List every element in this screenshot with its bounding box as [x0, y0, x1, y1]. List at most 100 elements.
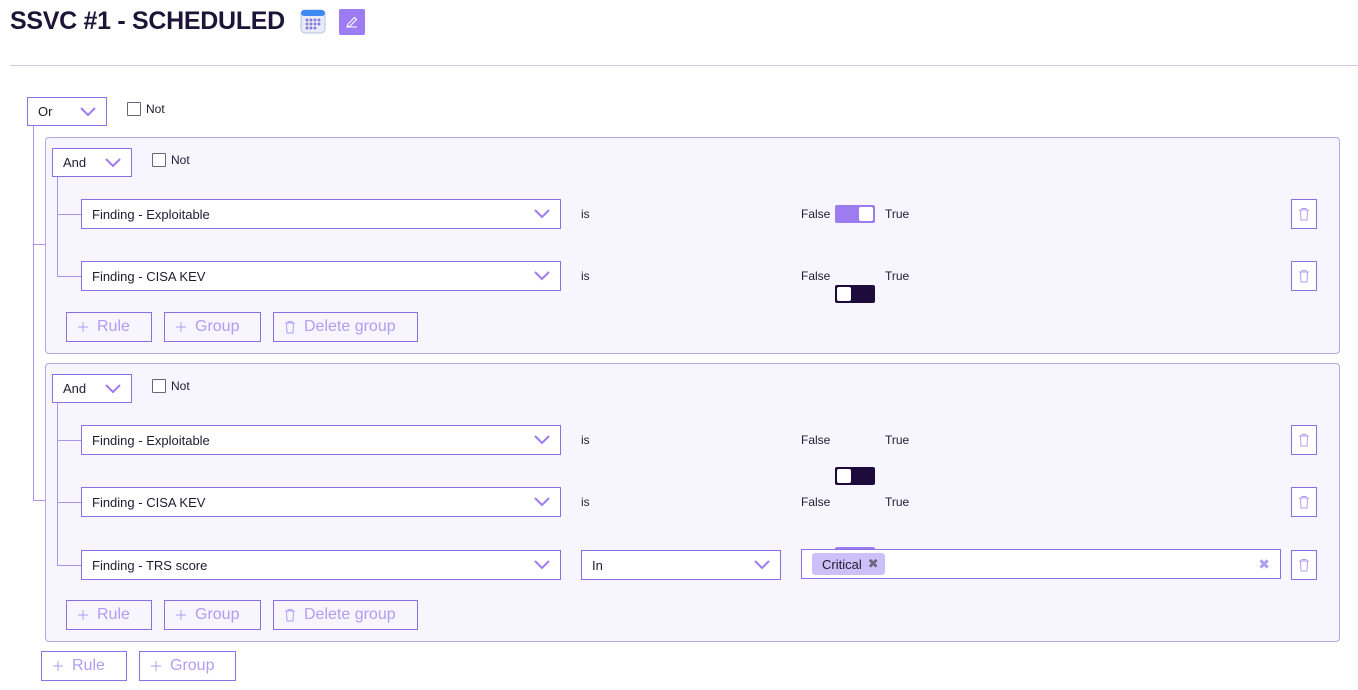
delete-rule-button[interactable] — [1291, 425, 1317, 455]
toggle-knob — [859, 207, 873, 221]
trash-icon — [1299, 559, 1309, 572]
add-rule-button[interactable]: Rule — [66, 600, 152, 630]
chevron-down-icon — [105, 383, 121, 393]
group-combinator-select[interactable]: And — [52, 374, 132, 403]
trash-icon — [1299, 434, 1309, 447]
trash-icon — [284, 608, 296, 622]
group-not-checkbox[interactable]: Not — [152, 153, 190, 167]
chevron-down-icon — [534, 560, 550, 570]
rule-field-select[interactable]: Finding - Exploitable — [81, 199, 561, 229]
checkbox-box — [152, 153, 166, 167]
root-branch-line — [33, 244, 45, 245]
group-tree-line — [57, 403, 58, 565]
trash-icon — [284, 320, 296, 334]
add-group-label: Group — [195, 318, 240, 335]
boolean-toggle[interactable] — [835, 467, 875, 485]
delete-rule-button[interactable] — [1291, 550, 1317, 580]
rule-operator-select[interactable]: In — [581, 550, 781, 580]
group-branch-line — [57, 440, 81, 441]
rule-field-select[interactable]: Finding - TRS score — [81, 550, 561, 580]
add-rule-button[interactable]: Rule — [66, 312, 152, 342]
edit-title-button[interactable] — [339, 9, 365, 35]
pencil-icon — [346, 16, 358, 28]
add-group-label: Group — [195, 606, 240, 623]
rule-operator: is — [581, 269, 590, 283]
root-combinator-value: Or — [38, 104, 53, 119]
delete-rule-button[interactable] — [1291, 487, 1317, 517]
plus-icon — [150, 659, 162, 673]
toggle-knob — [837, 287, 851, 301]
boolean-toggle[interactable] — [835, 205, 875, 223]
group-branch-line — [57, 214, 81, 215]
group-branch-line — [57, 502, 81, 503]
root-branch-line — [33, 500, 45, 501]
rule-field-value: Finding - Exploitable — [92, 206, 210, 222]
rule-operator: is — [581, 495, 590, 509]
rule-field-select[interactable]: Finding - Exploitable — [81, 425, 561, 455]
rule-value-multiselect[interactable]: Critical ✖ ✖ — [801, 549, 1281, 579]
plus-icon — [175, 608, 187, 622]
delete-rule-button[interactable] — [1291, 199, 1317, 229]
rule-field-select[interactable]: Finding - CISA KEV — [81, 261, 561, 291]
delete-group-button[interactable]: Delete group — [273, 312, 418, 342]
not-label: Not — [146, 102, 165, 116]
group-combinator-select[interactable]: And — [52, 148, 132, 177]
calendar-icon[interactable] — [300, 8, 326, 34]
false-label: False — [801, 207, 831, 221]
true-label: True — [885, 433, 910, 447]
chevron-down-icon — [105, 157, 121, 167]
toggle-knob — [837, 469, 851, 483]
add-group-label: Group — [170, 657, 215, 674]
rule-field-value: Finding - TRS score — [92, 557, 208, 573]
root-not-checkbox[interactable]: Not — [127, 102, 165, 116]
true-label: True — [885, 495, 910, 509]
add-rule-label: Rule — [97, 318, 130, 335]
root-add-group-button[interactable]: Group — [139, 651, 236, 681]
false-label: False — [801, 495, 831, 509]
add-group-button[interactable]: Group — [164, 600, 261, 630]
chip-label: Critical — [822, 556, 862, 572]
chevron-down-icon — [754, 560, 770, 570]
root-combinator-select[interactable]: Or — [27, 97, 107, 126]
chevron-down-icon — [534, 209, 550, 219]
rule-field-value: Finding - CISA KEV — [92, 268, 206, 284]
plus-icon — [77, 320, 89, 334]
trash-icon — [1299, 208, 1309, 221]
page-title: SSVC #1 - SCHEDULED — [10, 7, 285, 35]
false-label: False — [801, 269, 831, 283]
add-rule-label: Rule — [97, 606, 130, 623]
group-branch-line — [57, 276, 81, 277]
rule-field-value: Finding - CISA KEV — [92, 494, 206, 510]
clear-all-icon[interactable]: ✖ — [1258, 556, 1270, 573]
group-tree-line — [57, 177, 58, 276]
delete-group-button[interactable]: Delete group — [273, 600, 418, 630]
value-chip: Critical ✖ — [812, 553, 885, 575]
plus-icon — [52, 659, 64, 673]
delete-group-label: Delete group — [304, 606, 396, 623]
rule-operator: is — [581, 433, 590, 447]
root-tree-line — [33, 126, 34, 500]
chevron-down-icon — [80, 106, 96, 116]
group-combinator-value: And — [63, 155, 87, 170]
checkbox-box — [127, 102, 141, 116]
remove-chip-icon[interactable]: ✖ — [868, 556, 879, 572]
add-group-button[interactable]: Group — [164, 312, 261, 342]
group-not-checkbox[interactable]: Not — [152, 379, 190, 393]
boolean-toggle[interactable] — [835, 285, 875, 303]
root-add-rule-button[interactable]: Rule — [41, 651, 127, 681]
false-label: False — [801, 433, 831, 447]
chevron-down-icon — [534, 271, 550, 281]
add-rule-label: Rule — [72, 657, 105, 674]
plus-icon — [77, 608, 89, 622]
not-label: Not — [171, 379, 190, 393]
chevron-down-icon — [534, 497, 550, 507]
chevron-down-icon — [534, 435, 550, 445]
true-label: True — [885, 269, 910, 283]
header-divider — [10, 65, 1358, 66]
group-combinator-value: And — [63, 381, 87, 396]
trash-icon — [1299, 496, 1309, 509]
rule-field-select[interactable]: Finding - CISA KEV — [81, 487, 561, 517]
delete-rule-button[interactable] — [1291, 261, 1317, 291]
delete-group-label: Delete group — [304, 318, 396, 335]
plus-icon — [175, 320, 187, 334]
